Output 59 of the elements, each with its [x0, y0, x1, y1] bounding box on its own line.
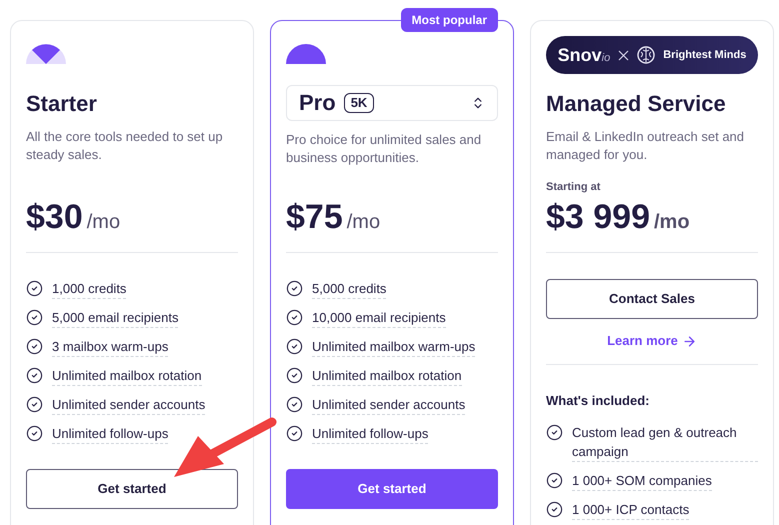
price: $30	[26, 197, 83, 237]
feature-text: Unlimited follow-ups	[312, 424, 428, 444]
plan-icon	[286, 44, 326, 64]
feature-text: 10,000 email recipients	[312, 308, 446, 328]
features-title: What's included:	[546, 393, 650, 409]
learn-more-link[interactable]: Learn more	[607, 332, 697, 350]
check-icon	[26, 367, 43, 384]
feature-text: Unlimited sender accounts	[52, 395, 206, 415]
price-period: /mo	[654, 210, 690, 235]
check-icon	[286, 309, 303, 326]
times-icon	[618, 50, 630, 60]
feature-text: 1 000+ ICP contacts	[572, 500, 690, 520]
check-icon	[26, 280, 43, 297]
price-caption: Starting at	[546, 180, 602, 194]
check-icon	[26, 425, 43, 442]
check-icon	[26, 396, 43, 413]
price-period: /mo	[346, 210, 380, 235]
tier-badge: 5K	[344, 93, 374, 113]
primary-button[interactable]: Get started	[286, 469, 498, 509]
logo-brand: Snov	[558, 44, 602, 66]
plan-description: Email & LinkedIn outreach set and managed for you.	[546, 128, 746, 164]
plan-description: All the core tools needed to set up steady sales.	[26, 128, 224, 164]
feature-text: Unlimited mailbox rotation	[52, 366, 202, 386]
feature-text: Unlimited mailbox rotation	[312, 366, 462, 386]
check-icon	[286, 367, 303, 384]
check-icon	[26, 338, 43, 355]
feature-text: Custom lead gen & outreach campaign	[572, 423, 758, 462]
check-icon	[546, 424, 563, 441]
check-icon	[286, 396, 303, 413]
feature-text: Unlimited mailbox warm-ups	[312, 337, 476, 357]
price-period: /mo	[86, 210, 120, 235]
feature-text: 3 mailbox warm-ups	[52, 337, 168, 357]
check-icon	[286, 338, 303, 355]
brain-icon	[637, 46, 656, 64]
check-icon	[546, 501, 563, 518]
plan-title: Managed Service	[546, 90, 727, 118]
feature-text: 1,000 credits	[52, 279, 126, 299]
check-icon	[286, 280, 303, 297]
plan-description: Pro choice for unlimited sales and business opportunities.	[286, 131, 482, 167]
price: $3 999	[546, 197, 650, 237]
feature-text: Unlimited sender accounts	[312, 395, 466, 415]
logo-partner: Brightest Minds	[663, 48, 746, 63]
popular-badge: Most popular	[400, 8, 498, 32]
feature-text: 1 000+ SOM companies	[572, 471, 712, 491]
feature-text: Unlimited follow-ups	[52, 424, 168, 444]
plan-icon	[26, 44, 66, 64]
logo-suffix: io	[602, 50, 610, 66]
check-icon	[546, 472, 563, 489]
check-icon	[26, 309, 43, 326]
outline-button[interactable]: Contact Sales	[546, 279, 758, 319]
plan-select[interactable]: Pro 5K	[286, 85, 498, 121]
arrow-right-icon	[682, 334, 697, 348]
plan-title: Pro	[299, 89, 336, 117]
outline-button[interactable]: Get started	[26, 469, 238, 509]
price: $75	[286, 197, 343, 237]
feature-text: 5,000 credits	[312, 279, 386, 299]
feature-text: 5,000 email recipients	[52, 308, 178, 328]
check-icon	[286, 425, 303, 442]
plan-title: Starter	[26, 90, 98, 118]
